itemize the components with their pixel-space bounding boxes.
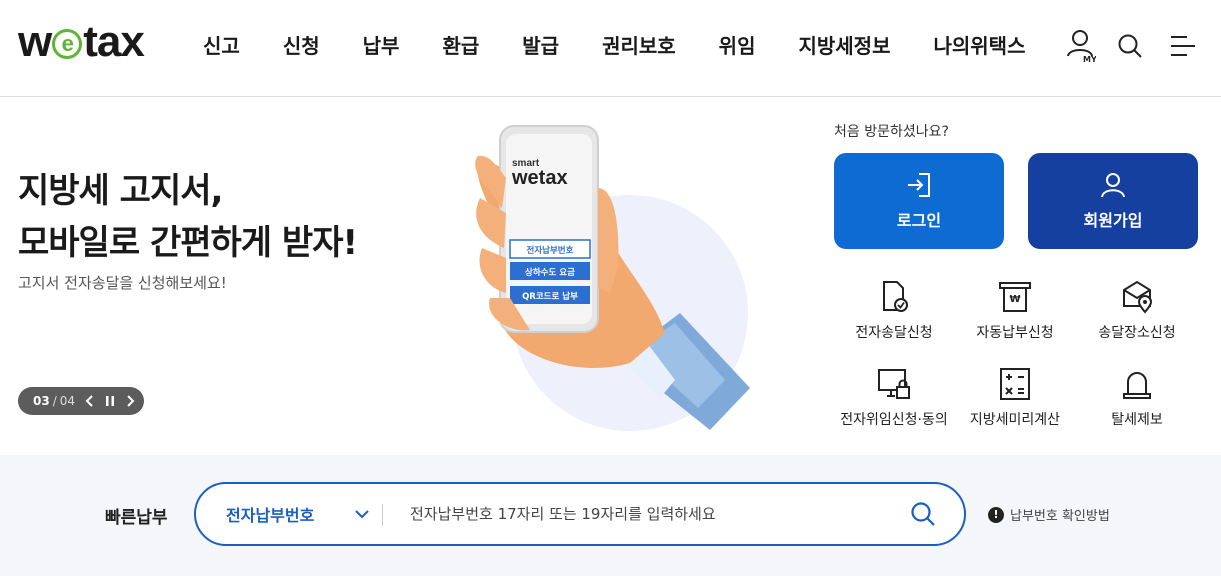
mail-location-icon <box>1123 280 1153 314</box>
hero-title-line1: 지방세 고지서, <box>18 171 223 211</box>
pay-type-select[interactable]: 전자납부번호 <box>226 484 370 544</box>
nav-item-rights[interactable]: 권리보호 <box>602 30 676 59</box>
svg-text:상하수도 요금: 상하수도 요금 <box>525 267 575 278</box>
join-label: 회원가입 <box>1083 211 1143 230</box>
search-icon <box>911 502 935 526</box>
quick-pay-search-box: 전자납부번호 <box>194 482 966 546</box>
pay-type-value: 전자납부번호 <box>226 506 315 525</box>
quick-tax-report-label: 탈세제보 <box>1111 412 1163 428</box>
monitor-lock-icon <box>878 369 910 399</box>
nav-item-pay[interactable]: 납부 <box>363 30 400 59</box>
hero-title-line2: 모바일로 간편하게 받자! <box>18 223 358 263</box>
my-page-icon[interactable]: MY <box>1066 28 1097 68</box>
nav-item-my-wetax[interactable]: 나의위택스 <box>933 30 1025 59</box>
search-icon[interactable] <box>1117 33 1143 63</box>
auto-pay-icon: ₩ <box>999 282 1031 312</box>
payment-number-input[interactable] <box>410 498 890 530</box>
slide-separator: / <box>52 394 57 408</box>
quick-tax-report[interactable]: 탈세제보 <box>1072 367 1202 429</box>
chevron-down-icon <box>355 510 370 519</box>
nav-item-apply[interactable]: 신청 <box>283 30 320 59</box>
svg-text:QR코드로 납부: QR코드로 납부 <box>522 291 578 302</box>
siren-icon <box>1123 372 1151 399</box>
main-nav: 신고 신청 납부 환급 발급 권리보호 위임 지방세정보 나의위택스 <box>203 30 1025 59</box>
nav-item-local-tax-info[interactable]: 지방세정보 <box>798 30 890 59</box>
pause-icon[interactable] <box>105 395 115 407</box>
menu-icon[interactable] <box>1170 34 1196 62</box>
join-button[interactable]: 회원가입 <box>1028 153 1198 249</box>
svg-text:₩: ₩ <box>1009 294 1020 305</box>
svg-text:wetax: wetax <box>511 167 568 189</box>
prev-slide-icon[interactable] <box>85 395 95 407</box>
wetax-logo[interactable]: w e tax <box>18 17 145 66</box>
nav-item-issue[interactable]: 발급 <box>522 30 559 59</box>
quick-e-delegation[interactable]: 전자위임신청·동의 <box>829 367 959 429</box>
nav-item-delegation[interactable]: 위임 <box>719 30 756 59</box>
pay-search-button[interactable] <box>910 501 936 531</box>
site-header: w e tax 신고 신청 납부 환급 발급 권리보호 위임 지방세정보 나의위택스… <box>0 0 1221 97</box>
slide-current: 03 <box>33 394 50 408</box>
phone-hand-illustration: smart wetax 전자납부번호 상하수도 요금 QR코드로 납부 <box>470 118 760 438</box>
login-button[interactable]: 로그인 <box>834 153 1004 249</box>
next-slide-icon[interactable] <box>125 395 135 407</box>
slide-controller: 03 / 04 <box>18 387 144 415</box>
user-icon <box>1101 173 1125 198</box>
svg-text:전자납부번호: 전자납부번호 <box>527 245 574 256</box>
slide-total: 04 <box>59 394 76 408</box>
info-icon: ! <box>988 506 1004 523</box>
login-label: 로그인 <box>896 211 942 230</box>
nav-item-report[interactable]: 신고 <box>203 30 240 59</box>
hero-title: 지방세 고지서, 모바일로 간편하게 받자! <box>18 165 358 269</box>
quick-e-delivery-label: 전자송달신청 <box>855 325 933 341</box>
quick-auto-pay-label: 자동납부신청 <box>976 325 1054 341</box>
help-text: 납부번호 확인방법 <box>1010 509 1110 524</box>
quick-delivery-place[interactable]: 송달장소신청 <box>1072 280 1202 342</box>
svg-text:MY: MY <box>1083 55 1096 64</box>
select-divider <box>382 504 383 526</box>
quick-pay-label: 빠른납부 <box>105 508 168 528</box>
quick-e-delegation-label: 전자위임신청·동의 <box>840 412 948 428</box>
calculator-icon <box>1000 368 1030 400</box>
hero-subtitle: 고지서 전자송달을 신청해보세요! <box>18 274 227 292</box>
nav-item-refund[interactable]: 환급 <box>442 30 479 59</box>
pay-number-help-link[interactable]: ! 납부번호 확인방법 <box>988 505 1110 524</box>
document-check-icon <box>883 281 908 312</box>
first-visit-prompt: 처음 방문하셨나요? <box>834 124 949 140</box>
quick-tax-calc[interactable]: 지방세미리계산 <box>950 367 1080 429</box>
quick-tax-calc-label: 지방세미리계산 <box>969 412 1061 428</box>
login-icon <box>908 173 930 197</box>
quick-e-delivery[interactable]: 전자송달신청 <box>829 280 959 342</box>
quick-auto-pay[interactable]: ₩ 자동납부신청 <box>950 280 1080 342</box>
quick-delivery-place-label: 송달장소신청 <box>1098 325 1176 341</box>
